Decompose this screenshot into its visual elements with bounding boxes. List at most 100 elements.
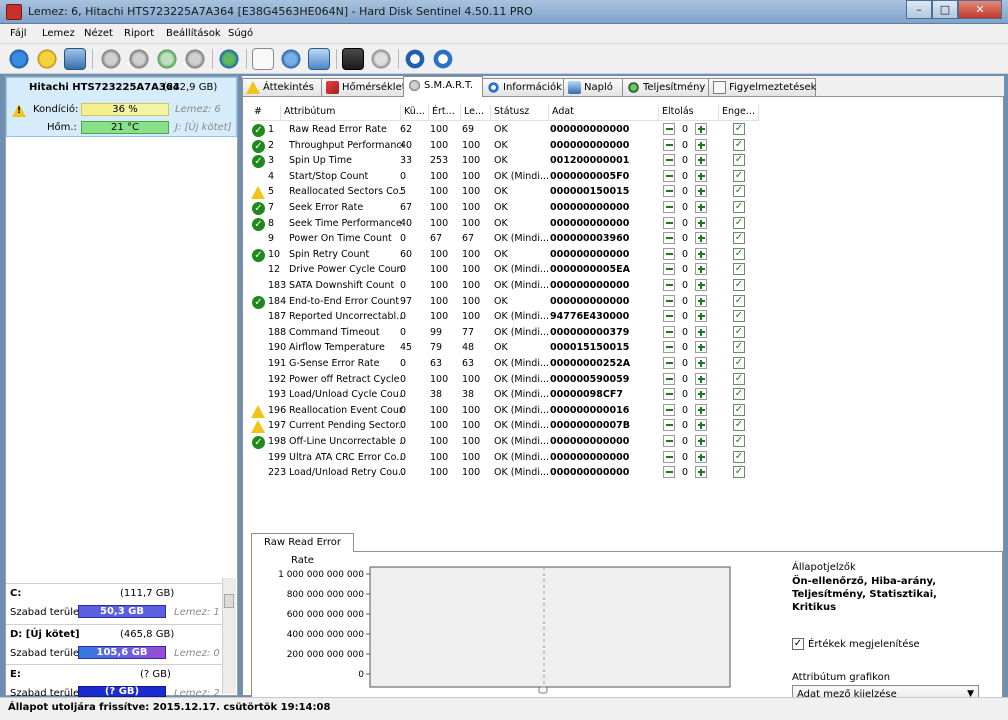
enabled-checkbox[interactable]: ✓ [733, 325, 745, 338]
offset-value[interactable]: 0 [678, 140, 692, 151]
tab-temperature[interactable]: Hőmérséklet [321, 78, 406, 97]
enabled-checkbox[interactable]: ✓ [733, 357, 745, 369]
table-row[interactable]: 12 Drive Power Cycle Count 0 100 100 OK (Mind… [251, 262, 761, 278]
disk-icon[interactable] [64, 48, 86, 70]
col-header-status[interactable]: Státusz [491, 105, 549, 121]
offset-increase-button[interactable] [695, 216, 707, 229]
offset-decrease-button[interactable] [663, 357, 675, 369]
refresh-icon[interactable] [8, 48, 30, 70]
enabled-checkbox[interactable]: ✓ [733, 279, 745, 291]
offset-decrease-button[interactable] [663, 388, 675, 401]
enabled-checkbox[interactable]: ✓ [733, 310, 745, 323]
offset-decrease-button[interactable] [663, 123, 675, 135]
table-row[interactable]: ! 197 Current Pending Sector... 0 100 100 OK (… [251, 418, 761, 434]
offset-increase-button[interactable] [695, 185, 707, 198]
drive-item[interactable]: C: (111,7 GB) Szabad terület 50,3 GB Lem… [6, 583, 222, 621]
minimize-button[interactable]: – [906, 0, 932, 19]
offset-increase-button[interactable] [695, 435, 707, 447]
offset-value[interactable]: 0 [678, 171, 692, 182]
enabled-checkbox[interactable]: ✓ [733, 466, 745, 479]
enabled-checkbox[interactable]: ✓ [733, 201, 745, 213]
col-header-id[interactable]: # [251, 105, 281, 121]
close-button[interactable]: ✕ [958, 0, 1002, 19]
col-header-threshold[interactable]: Kü... [401, 105, 429, 121]
network-icon[interactable] [308, 48, 330, 70]
enabled-checkbox[interactable]: ✓ [733, 263, 745, 276]
offset-increase-button[interactable] [695, 450, 707, 463]
enabled-checkbox[interactable]: ✓ [733, 294, 745, 307]
info-icon[interactable] [432, 48, 454, 70]
drive-item[interactable]: D: [Új kötet] (465,8 GB) Szabad terület … [6, 624, 222, 662]
tab-alerts[interactable]: Figyelmeztetések [708, 78, 816, 97]
offset-value[interactable]: 0 [678, 249, 692, 260]
offset-increase-button[interactable] [695, 325, 707, 338]
drive-list-scrollbar[interactable] [222, 578, 236, 694]
graph-tab[interactable]: Raw Read Error Rate [251, 533, 354, 566]
show-values-row[interactable]: ✓ Értékek megjelenítése [792, 638, 992, 650]
offset-value[interactable]: 0 [678, 374, 692, 385]
tab-performance[interactable]: Teljesítmény [622, 78, 709, 97]
enabled-checkbox[interactable]: ✓ [733, 185, 745, 198]
globe-icon[interactable] [218, 48, 240, 70]
table-row[interactable]: ! 5 Reallocated Sectors Co... 5 100 100 OK 0000… [251, 184, 761, 200]
fan-icon[interactable] [184, 48, 206, 70]
offset-decrease-button[interactable] [663, 372, 675, 385]
offset-increase-button[interactable] [695, 154, 707, 167]
offset-increase-button[interactable] [695, 279, 707, 291]
offset-decrease-button[interactable] [663, 279, 675, 291]
offset-decrease-button[interactable] [663, 310, 675, 323]
offset-value[interactable]: 0 [678, 405, 692, 416]
fan-icon[interactable] [156, 48, 178, 70]
enabled-checkbox[interactable]: ✓ [733, 341, 745, 354]
enabled-checkbox[interactable]: ✓ [733, 403, 745, 416]
enabled-checkbox[interactable]: ✓ [733, 372, 745, 385]
table-row[interactable]: 199 Ultra ATA CRC Error Co... 0 100 100 OK (M… [251, 450, 761, 466]
offset-increase-button[interactable] [695, 419, 707, 432]
col-header-offset[interactable]: Eltolás [659, 105, 719, 121]
enabled-checkbox[interactable]: ✓ [733, 169, 745, 182]
table-row[interactable]: ✓ 8 Seek Time Performance 40 100 100 OK 0000000… [251, 216, 761, 232]
show-values-checkbox[interactable]: ✓ [792, 638, 804, 650]
table-row[interactable]: 4 Start/Stop Count 0 100 100 OK (Mindi... 0000… [251, 169, 761, 185]
offset-value[interactable]: 0 [678, 280, 692, 291]
chart-slider-handle[interactable] [538, 686, 548, 694]
offset-decrease-button[interactable] [663, 232, 675, 245]
offset-decrease-button[interactable] [663, 201, 675, 213]
offset-value[interactable]: 0 [678, 218, 692, 229]
offset-decrease-button[interactable] [663, 419, 675, 432]
table-row[interactable]: 183 SATA Downshift Count 0 100 100 OK (Mindi.… [251, 278, 761, 294]
swap-icon[interactable] [280, 48, 302, 70]
table-row[interactable]: ✓ 184 End-to-End Error Count 97 100 100 OK 0000… [251, 294, 761, 310]
col-header-attribute[interactable]: Attribútum [281, 105, 401, 121]
offset-value[interactable]: 0 [678, 358, 692, 369]
offset-decrease-button[interactable] [663, 435, 675, 447]
offset-value[interactable]: 0 [678, 186, 692, 197]
offset-value[interactable]: 0 [678, 420, 692, 431]
menu-view[interactable]: Nézet [84, 28, 113, 39]
offset-value[interactable]: 0 [678, 233, 692, 244]
tab-log[interactable]: Napló [563, 78, 623, 97]
help-icon[interactable] [404, 48, 426, 70]
table-row[interactable]: ✓ 2 Throughput Performance 40 100 100 OK 000000… [251, 138, 761, 154]
offset-value[interactable]: 0 [678, 327, 692, 338]
tab-overview[interactable]: Áttekintés [242, 78, 322, 97]
enabled-checkbox[interactable]: ✓ [733, 419, 745, 432]
table-row[interactable]: ✓ 10 Spin Retry Count 60 100 100 OK 00000000000… [251, 247, 761, 263]
selected-disk-card[interactable]: Hitachi HTS723225A7A364 (232,9 GB) ! Kon… [6, 77, 237, 137]
menu-settings[interactable]: Beállítások [166, 28, 221, 39]
offset-increase-button[interactable] [695, 403, 707, 416]
enabled-checkbox[interactable]: ✓ [733, 450, 745, 463]
offset-value[interactable]: 0 [678, 467, 692, 478]
offset-value[interactable]: 0 [678, 311, 692, 322]
offset-increase-button[interactable] [695, 466, 707, 479]
offset-increase-button[interactable] [695, 341, 707, 354]
offset-decrease-button[interactable] [663, 263, 675, 276]
table-row[interactable]: ✓ 1 Raw Read Error Rate 62 100 69 OK 0000000000… [251, 122, 761, 138]
offset-increase-button[interactable] [695, 232, 707, 245]
offset-value[interactable]: 0 [678, 452, 692, 463]
offset-value[interactable]: 0 [678, 436, 692, 447]
tab-info[interactable]: Információk [482, 78, 564, 97]
enabled-checkbox[interactable]: ✓ [733, 138, 745, 151]
offset-increase-button[interactable] [695, 169, 707, 182]
offset-increase-button[interactable] [695, 123, 707, 135]
